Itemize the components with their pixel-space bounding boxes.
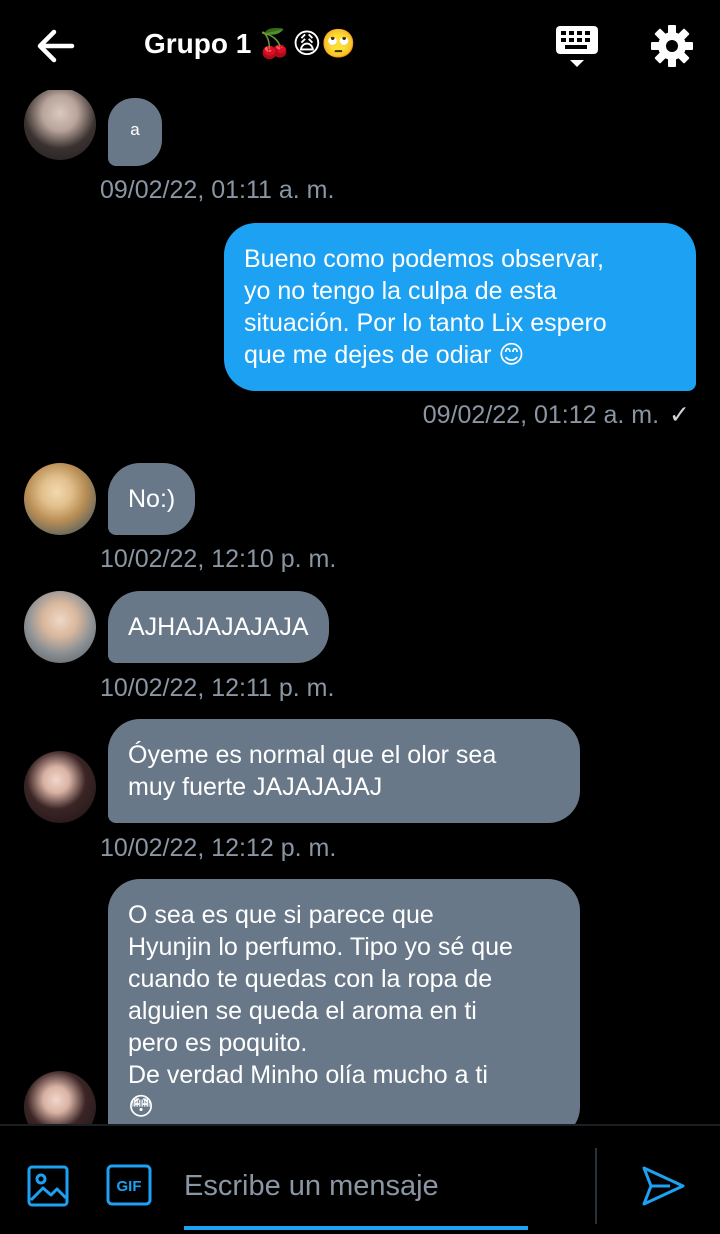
chat-header: Grupo 1 🍒😩🙄 [0,0,720,90]
message-bubble[interactable]: No:) [108,463,196,535]
message-bubble[interactable]: a [108,98,162,166]
message-timestamp: 10/02/22, 12:12 p. m. [100,834,337,862]
avatar[interactable] [24,591,96,663]
avatar[interactable] [24,90,96,160]
avatar[interactable] [24,1071,96,1124]
chat-title-text: Grupo 1 [144,28,252,59]
message-timestamp: 10/02/22, 12:10 p. m. [100,545,337,573]
message-composer: GIF [0,1124,720,1234]
message-bubble[interactable]: O sea es que si parece que Hyunjin lo pe… [108,879,580,1124]
message-timestamp: 10/02/22, 12:11 p. m. [100,674,335,702]
arrow-left-icon[interactable] [32,24,80,68]
composer-divider [595,1148,597,1224]
message-bubble[interactable]: AJHAJAJAJAJA [108,591,329,663]
message-bubble-outgoing[interactable]: Bueno como podemos observar, yo no tengo… [224,223,696,391]
chat-title-emojis: 🍒😩🙄 [257,27,357,60]
avatar[interactable] [24,751,96,823]
message-bubble[interactable]: Óyeme es normal que el olor sea muy fuer… [108,719,580,823]
gif-label: GIF [117,1178,142,1195]
message-timestamp: 09/02/22, 01:11 a. m. [100,176,335,204]
sent-check-icon: ✓ [669,401,690,429]
gif-button[interactable]: GIF [106,1164,152,1206]
send-icon[interactable] [640,1164,686,1208]
keyboard-icon[interactable] [554,24,600,70]
input-focus-underline [184,1226,528,1230]
chat-title[interactable]: Grupo 1 🍒😩🙄 [144,24,356,64]
image-icon[interactable] [26,1164,70,1208]
message-list[interactable]: a 09/02/22, 01:11 a. m. Bueno como podem… [0,90,720,1124]
message-input[interactable] [184,1154,580,1218]
message-timestamp: 09/02/22, 01:12 a. m. ✓ [423,400,690,430]
avatar[interactable] [24,463,96,535]
timestamp-text: 09/02/22, 01:12 a. m. [422,401,660,429]
gear-icon[interactable] [648,22,696,70]
